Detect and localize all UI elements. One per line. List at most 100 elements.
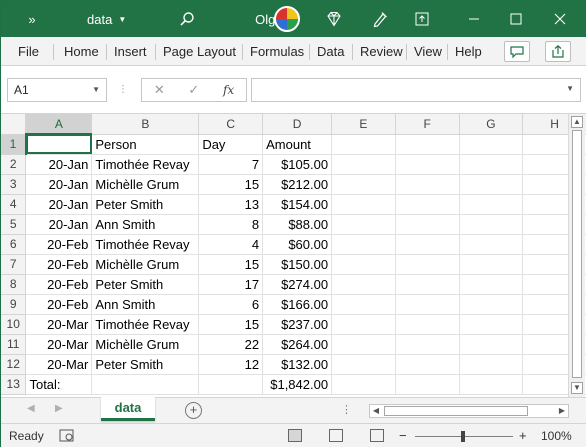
cell-d6[interactable]: $60.00: [262, 234, 333, 255]
cell-e6[interactable]: [331, 234, 396, 255]
chevron-down-icon[interactable]: ▼: [92, 79, 100, 101]
row-header[interactable]: 10: [1, 314, 27, 335]
row-header[interactable]: 5: [1, 214, 27, 235]
normal-view-icon[interactable]: [288, 429, 302, 442]
cell-b9[interactable]: Ann Smith: [91, 294, 200, 315]
column-header-g[interactable]: G: [459, 114, 524, 135]
cancel-icon[interactable]: ✕: [154, 82, 165, 98]
cell-e3[interactable]: [331, 174, 396, 195]
cell-c2[interactable]: 7: [198, 154, 264, 175]
cell-a6[interactable]: 20-Feb: [25, 234, 93, 255]
add-sheet-button[interactable]: +: [185, 402, 202, 419]
pen-icon[interactable]: [365, 1, 395, 37]
cell-c6[interactable]: 4: [198, 234, 264, 255]
cell-e7[interactable]: [331, 254, 396, 275]
maximize-icon[interactable]: [501, 1, 531, 37]
document-name-menu[interactable]: data ▼: [87, 1, 147, 37]
cell-b5[interactable]: Ann Smith: [91, 214, 200, 235]
cell-c4[interactable]: 13: [198, 194, 264, 215]
cell-e9[interactable]: [331, 294, 396, 315]
ribbon-display-icon[interactable]: [407, 1, 437, 37]
tab-data[interactable]: Data: [317, 37, 344, 66]
horizontal-scroll-thumb[interactable]: [384, 406, 528, 416]
quick-access-chevrons-icon[interactable]: »: [19, 1, 43, 37]
cell-b7[interactable]: Michèlle Grum: [91, 254, 200, 275]
cell-f4[interactable]: [395, 194, 460, 215]
cell-e12[interactable]: [331, 354, 396, 375]
cell-d8[interactable]: $274.00: [262, 274, 333, 295]
cell-g11[interactable]: [459, 334, 524, 355]
column-header-d[interactable]: D: [262, 114, 333, 135]
expand-formula-bar-icon[interactable]: ▼: [566, 84, 574, 93]
insert-function-icon[interactable]: fx: [223, 83, 234, 97]
cell-g4[interactable]: [459, 194, 524, 215]
horizontal-scrollbar[interactable]: ◀ ▶: [369, 404, 569, 418]
scroll-left-icon[interactable]: ◀: [370, 405, 382, 417]
column-header-c[interactable]: C: [198, 114, 264, 135]
cell-g7[interactable]: [459, 254, 524, 275]
cell-b8[interactable]: Peter Smith: [91, 274, 200, 295]
row-header[interactable]: 9: [1, 294, 27, 315]
prev-sheet-icon[interactable]: ◀: [27, 403, 35, 414]
row-header[interactable]: 4: [1, 194, 27, 215]
search-icon[interactable]: [173, 1, 201, 37]
cell-e8[interactable]: [331, 274, 396, 295]
cell-c3[interactable]: 15: [198, 174, 264, 195]
cell-f6[interactable]: [395, 234, 460, 255]
cell-d13[interactable]: $1,842.00: [262, 374, 333, 395]
cell-b4[interactable]: Peter Smith: [91, 194, 200, 215]
cell-a3[interactable]: 20-Jan: [25, 174, 93, 195]
cell-f11[interactable]: [395, 334, 460, 355]
cell-a11[interactable]: 20-Mar: [25, 334, 93, 355]
cell-c5[interactable]: 8: [198, 214, 264, 235]
tab-review[interactable]: Review: [360, 37, 403, 66]
splitter-dots-icon[interactable]: ⋮: [118, 84, 128, 95]
row-header[interactable]: 6: [1, 234, 27, 255]
zoom-level[interactable]: 100%: [541, 424, 572, 447]
cell-b12[interactable]: Peter Smith: [91, 354, 200, 375]
vertical-scrollbar[interactable]: ▲ ▼: [568, 114, 585, 397]
close-icon[interactable]: [545, 1, 575, 37]
diamond-icon[interactable]: [319, 1, 349, 37]
zoom-slider-thumb[interactable]: [461, 431, 465, 442]
cell-d10[interactable]: $237.00: [262, 314, 333, 335]
cell-e4[interactable]: [331, 194, 396, 215]
cell-f10[interactable]: [395, 314, 460, 335]
zoom-out-icon[interactable]: −: [399, 424, 407, 447]
cell-c12[interactable]: 12: [198, 354, 264, 375]
cell-c10[interactable]: 15: [198, 314, 264, 335]
cell-b1[interactable]: Person: [91, 134, 200, 155]
cell-g3[interactable]: [459, 174, 524, 195]
tab-file[interactable]: File: [18, 37, 39, 66]
cell-d5[interactable]: $88.00: [262, 214, 333, 235]
page-layout-view-icon[interactable]: [329, 429, 343, 442]
cell-g13[interactable]: [459, 374, 524, 395]
zoom-in-icon[interactable]: +: [519, 424, 527, 447]
cell-a5[interactable]: 20-Jan: [25, 214, 93, 235]
select-all-corner[interactable]: [1, 114, 27, 135]
cell-b11[interactable]: Michèlle Grum: [91, 334, 200, 355]
row-header[interactable]: 2: [1, 154, 27, 175]
formula-input[interactable]: ▼: [251, 78, 581, 102]
column-header-e[interactable]: E: [331, 114, 396, 135]
cell-c7[interactable]: 15: [198, 254, 264, 275]
cell-e10[interactable]: [331, 314, 396, 335]
cell-g10[interactable]: [459, 314, 524, 335]
next-sheet-icon[interactable]: ▶: [55, 403, 63, 414]
cell-c11[interactable]: 22: [198, 334, 264, 355]
tab-home[interactable]: Home: [64, 37, 99, 66]
cell-g8[interactable]: [459, 274, 524, 295]
row-header[interactable]: 8: [1, 274, 27, 295]
cell-a2[interactable]: 20-Jan: [25, 154, 93, 175]
minimize-icon[interactable]: [459, 1, 489, 37]
tab-help[interactable]: Help: [455, 37, 482, 66]
enter-check-icon[interactable]: ✓: [188, 82, 199, 98]
cell-g1[interactable]: [459, 134, 524, 155]
cell-e1[interactable]: [331, 134, 396, 155]
cell-f8[interactable]: [395, 274, 460, 295]
comments-button[interactable]: [504, 41, 530, 62]
cell-a4[interactable]: 20-Jan: [25, 194, 93, 215]
cell-e13[interactable]: [331, 374, 396, 395]
scroll-up-icon[interactable]: ▲: [571, 116, 583, 128]
sheet-tab-data[interactable]: data: [101, 397, 155, 421]
